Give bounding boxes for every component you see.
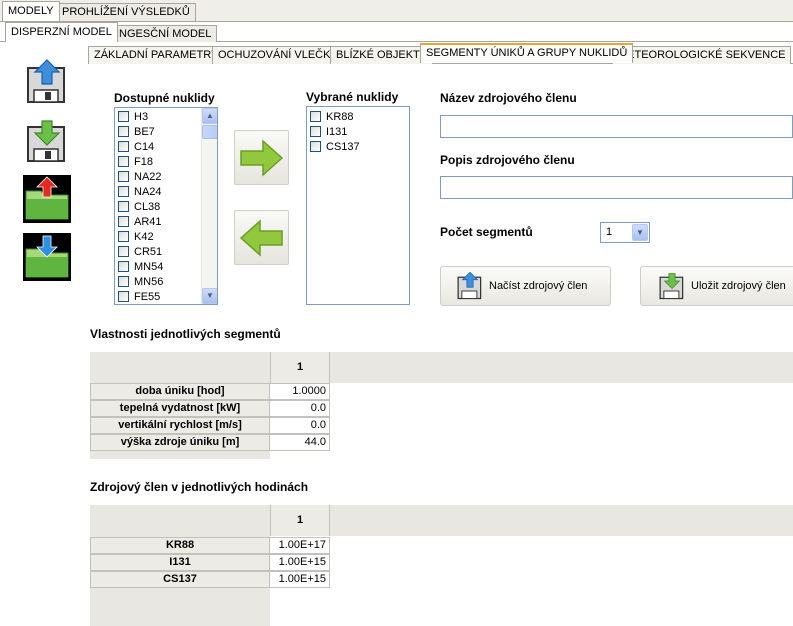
tab-blizke-objekty[interactable]: BLÍZKÉ OBJEKTY bbox=[330, 46, 434, 64]
hourly-table-header-bg bbox=[90, 505, 793, 536]
checkbox[interactable] bbox=[118, 291, 129, 302]
folder-download-icon[interactable] bbox=[23, 233, 71, 281]
nuclide-label: KR88 bbox=[326, 110, 354, 123]
hourly-column-header: 1 bbox=[270, 505, 330, 536]
table-row-label: výška zdroje úniku [m] bbox=[90, 434, 270, 451]
arrow-right-icon bbox=[240, 139, 284, 177]
selected-nuclides-label: Vybrané nuklidy bbox=[306, 90, 399, 104]
tab-segmenty-uniku[interactable]: SEGMENTY ÚNIKŮ A GRUPY NUKLIDŮ bbox=[420, 43, 634, 63]
segments-count-label: Počet segmentů bbox=[440, 225, 533, 239]
disk-download-icon bbox=[659, 273, 684, 300]
nuclide-label: CS137 bbox=[326, 140, 360, 153]
checkbox[interactable] bbox=[118, 261, 129, 272]
checkbox[interactable] bbox=[118, 276, 129, 287]
nuclide-label: CL38 bbox=[134, 200, 161, 213]
table-cell[interactable]: 1.00E+15 bbox=[269, 554, 330, 571]
checkbox[interactable] bbox=[118, 216, 129, 227]
segments-count-select[interactable]: 1 ▼ bbox=[600, 222, 650, 243]
nuclide-label: MN54 bbox=[134, 260, 164, 273]
nuclide-label: AR41 bbox=[134, 215, 162, 228]
tab-meteorologicke-sekvence[interactable]: METEOROLOGICKÉ SEKVENCE bbox=[612, 46, 792, 64]
checkbox[interactable] bbox=[118, 186, 129, 197]
list-item[interactable]: I131 bbox=[307, 124, 409, 139]
tab-ochuzovani-vlecky[interactable]: OCHUZOVÁNÍ VLEČKY bbox=[212, 46, 344, 64]
selected-nuclides-list[interactable]: KR88 I131 CS137 bbox=[306, 106, 410, 305]
chevron-down-icon[interactable]: ▼ bbox=[632, 224, 648, 241]
load-source-button[interactable]: Načíst zdrojový člen bbox=[440, 266, 611, 306]
table-row-label: vertikální rychlost [m/s] bbox=[90, 417, 270, 434]
tab-prohlizeni-vysledku[interactable]: PROHLÍŽENÍ VÝSLEDKŮ bbox=[56, 3, 196, 21]
table-row-label: tepelná vydatnost [kW] bbox=[90, 400, 270, 417]
checkbox[interactable] bbox=[118, 171, 129, 182]
source-name-label: Název zdrojového členu bbox=[440, 91, 577, 105]
available-nuclides-label: Dostupné nuklidy bbox=[114, 91, 215, 105]
tab-zakladni-parametry[interactable]: ZÁKLADNÍ PARAMETRY bbox=[88, 46, 225, 64]
source-name-input[interactable] bbox=[440, 115, 793, 138]
table-row-label: CS137 bbox=[90, 571, 270, 588]
nuclide-label: I131 bbox=[326, 125, 348, 138]
tab-modely[interactable]: MODELY bbox=[2, 1, 60, 21]
table-row-label: doba úniku [hod] bbox=[90, 383, 270, 400]
remove-nuclide-button[interactable] bbox=[234, 210, 289, 265]
nuclide-label: BE7 bbox=[134, 125, 155, 138]
nuclide-label: FE55 bbox=[134, 290, 161, 303]
segments-table-title: Vlastnosti jednotlivých segmentů bbox=[90, 327, 281, 341]
nuclide-label: F18 bbox=[134, 155, 153, 168]
nuclide-label: NA22 bbox=[134, 170, 162, 183]
list-item[interactable]: CS137 bbox=[307, 139, 409, 154]
load-source-label: Načíst zdrojový člen bbox=[489, 280, 588, 292]
checkbox[interactable] bbox=[310, 111, 321, 122]
disk-upload-icon bbox=[457, 271, 482, 300]
list-item[interactable]: KR88 bbox=[307, 109, 409, 124]
nuclide-label: H3 bbox=[134, 110, 149, 123]
nuclide-label: CR51 bbox=[134, 245, 163, 258]
table-row-label: KR88 bbox=[90, 537, 270, 554]
tab-ingescni-model[interactable]: INGESČNÍ MODEL bbox=[110, 25, 218, 43]
checkbox[interactable] bbox=[118, 141, 129, 152]
checkbox[interactable] bbox=[118, 111, 129, 122]
arrow-left-icon bbox=[239, 219, 283, 257]
nuclide-label: NA24 bbox=[134, 185, 162, 198]
available-nuclides-list[interactable]: H3 BE7 C14 F18 NA22 NA24 CL38 AR41 K42 CR51 MN54 MN… bbox=[114, 107, 218, 305]
hourly-table-title: Zdrojový člen v jednotlivých hodinách bbox=[90, 480, 309, 494]
scroll-down-icon[interactable]: ▼ bbox=[202, 288, 217, 304]
segments-count-value: 1 bbox=[606, 226, 613, 238]
tab-disperzni-model[interactable]: DISPERZNÍ MODEL bbox=[5, 22, 118, 42]
checkbox[interactable] bbox=[310, 126, 321, 137]
checkbox[interactable] bbox=[118, 246, 129, 257]
source-description-label: Popis zdrojového členu bbox=[440, 153, 575, 167]
disk-upload-icon[interactable] bbox=[23, 58, 71, 106]
table-cell[interactable]: 1.00E+15 bbox=[269, 571, 330, 588]
segments-table-header-bg bbox=[90, 352, 793, 383]
save-source-label: Uložit zdrojový člen bbox=[691, 280, 786, 292]
scroll-thumb[interactable] bbox=[202, 125, 217, 139]
checkbox[interactable] bbox=[118, 231, 129, 242]
table-cell[interactable]: 1.00E+17 bbox=[269, 537, 330, 554]
save-source-button[interactable]: Uložit zdrojový člen bbox=[640, 266, 793, 306]
checkbox[interactable] bbox=[310, 141, 321, 152]
nuclide-label: K42 bbox=[134, 230, 154, 243]
table-cell[interactable]: 0.0 bbox=[269, 400, 330, 417]
folder-upload-icon[interactable] bbox=[23, 175, 71, 223]
nuclide-label: MN56 bbox=[134, 275, 164, 288]
checkbox[interactable] bbox=[118, 201, 129, 212]
nuclide-label: C14 bbox=[134, 140, 155, 153]
segments-column-header: 1 bbox=[270, 352, 330, 383]
table-cell[interactable]: 0.0 bbox=[269, 417, 330, 434]
table-row-label: I131 bbox=[90, 554, 270, 571]
table-cell[interactable]: 1.0000 bbox=[269, 383, 330, 400]
disk-download-icon[interactable] bbox=[23, 117, 71, 165]
available-scrollbar[interactable]: ▲ ▼ bbox=[201, 108, 217, 304]
add-nuclide-button[interactable] bbox=[234, 130, 289, 185]
scroll-up-icon[interactable]: ▲ bbox=[202, 108, 217, 124]
checkbox[interactable] bbox=[118, 156, 129, 167]
table-cell[interactable]: 44.0 bbox=[269, 434, 330, 451]
checkbox[interactable] bbox=[118, 126, 129, 137]
source-description-input[interactable] bbox=[440, 176, 793, 199]
